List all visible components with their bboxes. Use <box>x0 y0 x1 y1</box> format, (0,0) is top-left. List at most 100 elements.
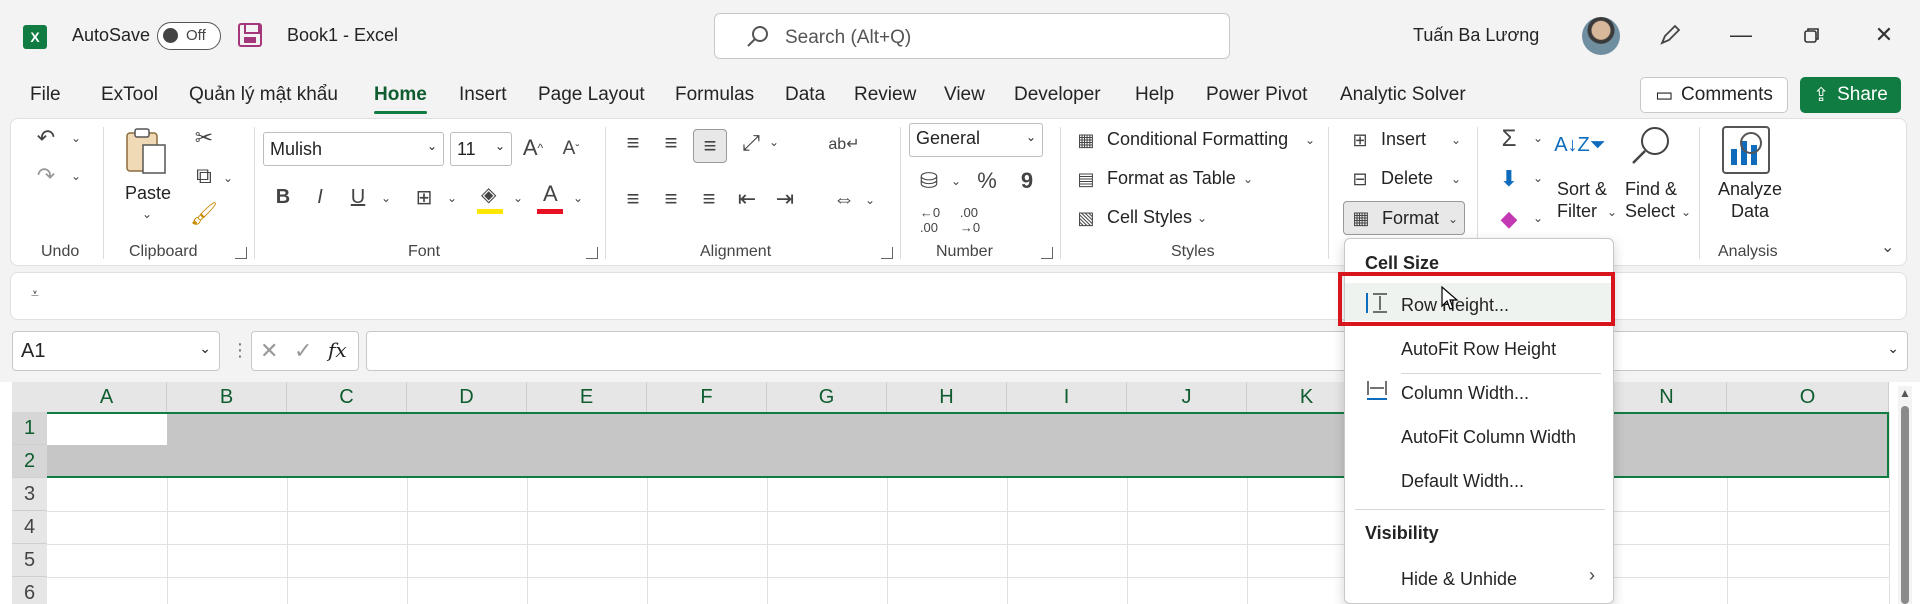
formula-input[interactable]: ⌄ <box>366 331 1908 371</box>
tab-analytic-solver[interactable]: Analytic Solver <box>1340 84 1466 106</box>
minimize-icon[interactable]: — <box>1726 20 1756 50</box>
chevron-down-icon[interactable]: ⌄ <box>865 193 875 207</box>
row-header[interactable]: 5 <box>12 544 47 577</box>
chevron-down-icon[interactable]: ⌄ <box>573 191 583 205</box>
sort-filter-icon[interactable]: A↓Z⏷ <box>1554 125 1606 165</box>
chevron-down-icon[interactable]: ⌄ <box>71 169 81 183</box>
column-header[interactable]: A <box>47 382 167 412</box>
column-header[interactable]: J <box>1127 382 1247 412</box>
align-top-icon[interactable]: ≡ <box>619 129 647 157</box>
vertical-scrollbar[interactable]: ▲ <box>1898 386 1912 604</box>
tab-password-manager[interactable]: Quản lý mật khẩu <box>189 84 338 106</box>
alignment-launcher-icon[interactable] <box>881 247 893 259</box>
tab-page-layout[interactable]: Page Layout <box>538 84 645 106</box>
row-header[interactable]: 2 <box>12 445 47 478</box>
column-header[interactable]: F <box>647 382 767 412</box>
column-header[interactable]: B <box>167 382 287 412</box>
insert-function-button[interactable]: fx <box>328 338 347 362</box>
chevron-down-icon[interactable]: ⌄ <box>513 191 523 205</box>
paste-label[interactable]: Paste <box>125 183 171 204</box>
merge-center-icon[interactable]: ⇔ <box>829 185 859 213</box>
font-color-icon[interactable]: A <box>537 181 563 214</box>
restore-icon[interactable] <box>1797 20 1827 50</box>
italic-button[interactable]: I <box>307 182 333 212</box>
increase-font-icon[interactable]: A ^ <box>519 132 547 164</box>
find-select-icon[interactable] <box>1627 123 1675 167</box>
decrease-decimal-icon[interactable]: .00 →0 <box>955 205 985 235</box>
active-cell[interactable] <box>47 414 167 445</box>
decrease-font-icon[interactable]: Aˇ <box>557 134 585 164</box>
tab-insert[interactable]: Insert <box>459 84 507 106</box>
chevron-down-icon[interactable]: ⌄ <box>769 135 779 149</box>
number-launcher-icon[interactable] <box>1041 247 1053 259</box>
chevron-down-icon[interactable]: ⌄ <box>1607 205 1617 219</box>
wrap-text-icon[interactable]: ab↵ <box>828 129 859 159</box>
find-label[interactable]: Find & <box>1625 179 1677 200</box>
menu-item-column-width[interactable]: Column Width... <box>1401 383 1529 404</box>
tab-review[interactable]: Review <box>854 84 916 106</box>
align-center-icon[interactable]: ≡ <box>657 185 685 213</box>
tab-data[interactable]: Data <box>785 84 825 106</box>
tab-file[interactable]: File <box>30 84 61 106</box>
tab-view[interactable]: View <box>944 84 985 106</box>
align-right-icon[interactable]: ≡ <box>695 185 723 213</box>
select-all-corner[interactable] <box>12 382 47 412</box>
collapse-ribbon-icon[interactable]: ⌄ <box>1881 237 1894 257</box>
column-header[interactable]: O <box>1727 382 1889 412</box>
redo-icon[interactable]: ↷ <box>33 163 59 189</box>
fill-down-icon[interactable]: ⬇ <box>1495 165 1523 193</box>
chevron-down-icon[interactable]: ⌄ <box>1533 211 1543 225</box>
analyze-data-label[interactable]: Data <box>1731 201 1769 222</box>
column-header[interactable]: C <box>287 382 407 412</box>
orientation-icon[interactable]: ⤢ <box>737 129 765 157</box>
select-label[interactable]: Select <box>1625 201 1675 222</box>
align-middle-icon[interactable]: ≡ <box>657 129 685 157</box>
font-size-dropdown[interactable]: 11 ⌄ <box>450 132 512 166</box>
save-icon[interactable] <box>238 23 262 47</box>
column-header[interactable]: D <box>407 382 527 412</box>
menu-item-autofit-row-height[interactable]: AutoFit Row Height <box>1401 339 1556 360</box>
comma-style-button[interactable]: 9 <box>1017 167 1037 195</box>
autosave-toggle[interactable]: Off <box>157 22 221 50</box>
tab-home[interactable]: Home <box>374 84 427 114</box>
underline-button[interactable]: U <box>345 182 371 212</box>
paste-icon[interactable] <box>123 125 169 175</box>
tab-developer[interactable]: Developer <box>1014 84 1101 106</box>
percent-button[interactable]: % <box>973 167 1001 195</box>
filter-label[interactable]: Filter <box>1557 201 1597 222</box>
formula-bar-grip-icon[interactable]: ⋮ <box>231 340 249 361</box>
align-bottom-icon[interactable]: ≡ <box>693 129 727 163</box>
chevron-down-icon[interactable]: ⌄ <box>142 207 152 221</box>
cancel-icon[interactable]: ✕ <box>260 338 278 364</box>
chevron-down-icon[interactable]: ⌄ <box>381 191 391 205</box>
chevron-down-icon[interactable]: ⌄ <box>1533 131 1543 145</box>
sort-label[interactable]: Sort & <box>1557 179 1607 200</box>
delete-cells-button[interactable]: ⊟ Delete ⌄ <box>1347 164 1467 194</box>
chevron-down-icon[interactable]: ⌄ <box>447 191 457 205</box>
number-format-dropdown[interactable]: General ⌄ <box>909 123 1043 157</box>
borders-icon[interactable]: ⊞ <box>411 182 437 212</box>
undo-icon[interactable]: ↶ <box>33 125 59 151</box>
scroll-up-icon[interactable]: ▲ <box>1899 386 1911 400</box>
autosum-icon[interactable]: Σ <box>1495 125 1523 153</box>
tab-help[interactable]: Help <box>1135 84 1174 106</box>
search-box[interactable]: Search (Alt+Q) <box>714 13 1230 59</box>
column-header[interactable]: H <box>887 382 1007 412</box>
tab-formulas[interactable]: Formulas <box>675 84 754 106</box>
column-header[interactable]: N <box>1607 382 1727 412</box>
bold-button[interactable]: B <box>270 182 296 212</box>
column-header[interactable]: I <box>1007 382 1127 412</box>
chevron-down-icon[interactable]: ⌄ <box>1681 205 1691 219</box>
enter-icon[interactable]: ✓ <box>294 338 312 364</box>
customize-qat-icon[interactable]: ⩡ <box>31 285 39 302</box>
copy-icon[interactable]: ⧉ <box>191 163 217 189</box>
cut-icon[interactable]: ✂ <box>191 125 217 151</box>
comments-button[interactable]: ▭ Comments <box>1640 77 1788 113</box>
row-header[interactable]: 6 <box>12 577 47 604</box>
decrease-indent-icon[interactable]: ⇤ <box>733 185 761 213</box>
clear-icon[interactable]: ◆ <box>1495 205 1523 233</box>
tab-power-pivot[interactable]: Power Pivot <box>1206 84 1307 106</box>
name-box[interactable]: A1 ⌄ <box>12 331 220 371</box>
chevron-down-icon[interactable]: ⌄ <box>951 174 961 188</box>
row-header[interactable]: 4 <box>12 511 47 544</box>
